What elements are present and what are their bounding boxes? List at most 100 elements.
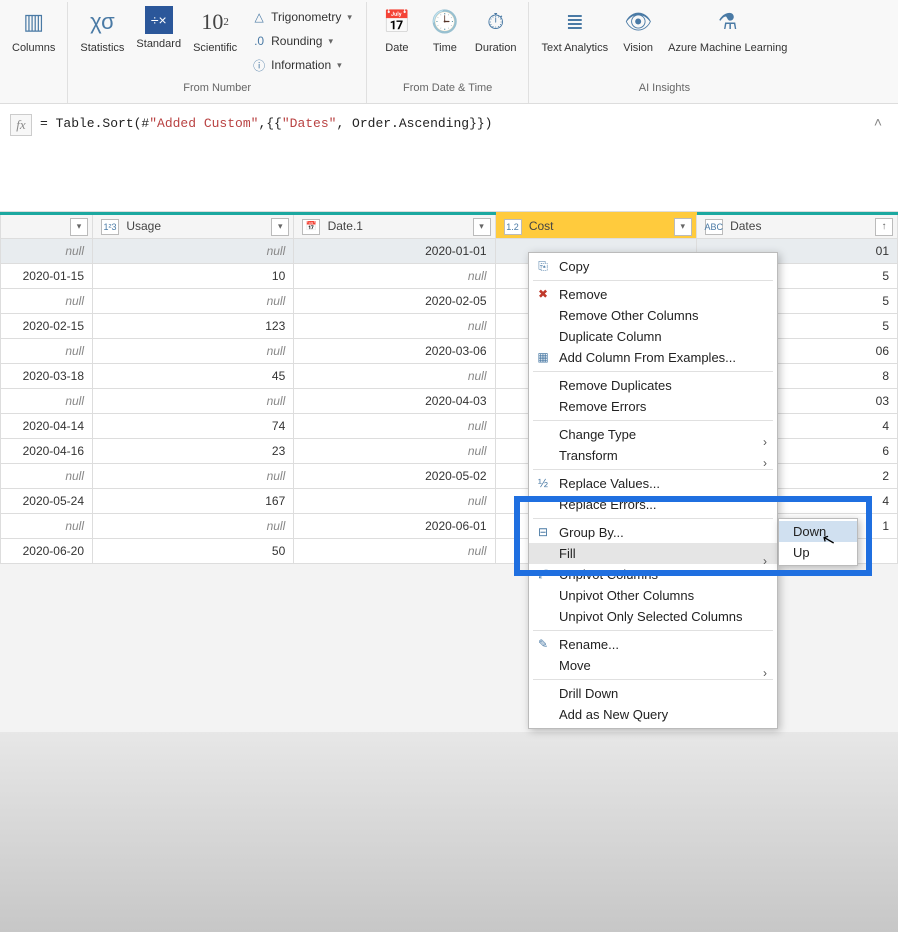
- columns-icon: ▥: [18, 6, 50, 38]
- information-button[interactable]: ⓘInformation: [247, 54, 356, 76]
- rename-icon: ✎: [535, 636, 551, 652]
- replace-icon: ½: [535, 475, 551, 491]
- menu-remove-err[interactable]: Remove Errors: [529, 396, 777, 417]
- scientific-button[interactable]: 102 Scientific: [187, 4, 243, 56]
- menu-transform[interactable]: Transform: [529, 445, 777, 466]
- rounding-icon: .0: [251, 33, 267, 49]
- table-cell[interactable]: 2020-01-15: [1, 264, 93, 289]
- menu-rename[interactable]: ✎Rename...: [529, 634, 777, 655]
- any-type-icon: ABC: [705, 219, 723, 235]
- sort-asc-icon[interactable]: ↑: [875, 218, 893, 236]
- date-button[interactable]: 📅 Date: [373, 4, 421, 56]
- vision-button[interactable]: 👁 Vision: [614, 4, 662, 56]
- submenu-down[interactable]: Down: [779, 521, 857, 542]
- table-cell[interactable]: 167: [93, 489, 294, 514]
- table-cell[interactable]: null: [1, 389, 93, 414]
- filter-dropdown-icon[interactable]: ▾: [674, 218, 692, 236]
- table-cell[interactable]: null: [1, 289, 93, 314]
- table-cell[interactable]: null: [1, 514, 93, 539]
- menu-replace-values[interactable]: ½Replace Values...: [529, 473, 777, 494]
- menu-remove[interactable]: ✖Remove: [529, 284, 777, 305]
- table-cell[interactable]: 2020-06-01: [294, 514, 495, 539]
- duration-icon: ⏱: [480, 6, 512, 38]
- add-column-icon: ▦: [535, 349, 551, 365]
- menu-remove-dup[interactable]: Remove Duplicates: [529, 375, 777, 396]
- azure-ml-button[interactable]: ⚗ Azure Machine Learning: [662, 4, 793, 56]
- column-header-cost[interactable]: 1.2 Cost ▾: [495, 214, 696, 239]
- text-analytics-button[interactable]: ≣ Text Analytics: [535, 4, 614, 56]
- menu-add-examples[interactable]: ▦Add Column From Examples...: [529, 347, 777, 368]
- submenu-up[interactable]: Up: [779, 542, 857, 563]
- table-cell[interactable]: null: [93, 339, 294, 364]
- table-cell[interactable]: null: [93, 464, 294, 489]
- context-menu: ⎘Copy ✖Remove Remove Other Columns Dupli…: [528, 252, 778, 729]
- table-cell[interactable]: 2020-01-01: [294, 239, 495, 264]
- menu-remove-other[interactable]: Remove Other Columns: [529, 305, 777, 326]
- table-cell[interactable]: 2020-02-05: [294, 289, 495, 314]
- menu-unpivot-selected[interactable]: Unpivot Only Selected Columns: [529, 606, 777, 627]
- table-cell[interactable]: 2020-05-24: [1, 489, 93, 514]
- ribbon-toolbar: ▥ Columns χσ Statistics ÷× Standard 102 …: [0, 0, 898, 104]
- table-cell[interactable]: 2020-03-06: [294, 339, 495, 364]
- fx-button[interactable]: fx: [10, 114, 32, 136]
- table-cell[interactable]: null: [93, 389, 294, 414]
- table-cell[interactable]: 2020-02-15: [1, 314, 93, 339]
- table-cell[interactable]: 50: [93, 539, 294, 564]
- table-cell[interactable]: 2020-04-14: [1, 414, 93, 439]
- menu-copy[interactable]: ⎘Copy: [529, 256, 777, 277]
- menu-change-type[interactable]: Change Type: [529, 424, 777, 445]
- eye-icon: 👁: [622, 6, 654, 38]
- collapse-formula-button[interactable]: ˄: [868, 114, 888, 130]
- menu-add-new-query[interactable]: Add as New Query: [529, 704, 777, 725]
- table-cell[interactable]: null: [93, 239, 294, 264]
- menu-unpivot[interactable]: ⤢Unpivot Columns: [529, 564, 777, 585]
- column-header-dates[interactable]: ABC Dates ↑: [696, 214, 897, 239]
- table-cell[interactable]: null: [93, 514, 294, 539]
- table-cell[interactable]: 2020-05-02: [294, 464, 495, 489]
- table-cell[interactable]: 74: [93, 414, 294, 439]
- table-cell[interactable]: null: [1, 239, 93, 264]
- table-cell[interactable]: null: [294, 414, 495, 439]
- table-cell[interactable]: null: [1, 464, 93, 489]
- standard-icon: ÷×: [145, 6, 173, 34]
- table-cell[interactable]: 10: [93, 264, 294, 289]
- table-cell[interactable]: 2020-04-16: [1, 439, 93, 464]
- table-cell[interactable]: null: [1, 339, 93, 364]
- table-cell[interactable]: null: [294, 489, 495, 514]
- columns-button[interactable]: ▥ Columns: [6, 4, 61, 56]
- table-cell[interactable]: 2020-03-18: [1, 364, 93, 389]
- table-cell[interactable]: null: [294, 264, 495, 289]
- table-cell[interactable]: 23: [93, 439, 294, 464]
- ai-insights-group: AI Insights: [639, 82, 690, 96]
- filter-dropdown-icon[interactable]: ▾: [473, 218, 491, 236]
- table-cell[interactable]: 45: [93, 364, 294, 389]
- menu-group-by[interactable]: ⊟Group By...: [529, 522, 777, 543]
- column-header-date1[interactable]: 📅 Date.1 ▾: [294, 214, 495, 239]
- filter-dropdown-icon[interactable]: ▾: [271, 218, 289, 236]
- statistics-button[interactable]: χσ Statistics: [74, 4, 130, 56]
- standard-button[interactable]: ÷× Standard: [130, 4, 187, 52]
- time-button[interactable]: 🕒 Time: [421, 4, 469, 56]
- table-cell[interactable]: null: [294, 439, 495, 464]
- table-cell[interactable]: 2020-06-20: [1, 539, 93, 564]
- formula-text[interactable]: = Table.Sort(#"Added Custom",{{"Dates", …: [40, 114, 868, 131]
- info-icon: ⓘ: [251, 57, 267, 73]
- menu-unpivot-other[interactable]: Unpivot Other Columns: [529, 585, 777, 606]
- table-cell[interactable]: 2020-04-03: [294, 389, 495, 414]
- menu-duplicate[interactable]: Duplicate Column: [529, 326, 777, 347]
- column-header-usage[interactable]: 1²3 Usage ▾: [93, 214, 294, 239]
- table-cell[interactable]: null: [93, 289, 294, 314]
- scientific-icon: 102: [199, 6, 231, 38]
- table-cell[interactable]: null: [294, 364, 495, 389]
- filter-dropdown-icon[interactable]: ▾: [70, 218, 88, 236]
- duration-button[interactable]: ⏱ Duration: [469, 4, 523, 56]
- trig-button[interactable]: △Trigonometry: [247, 6, 356, 28]
- table-cell[interactable]: 123: [93, 314, 294, 339]
- menu-replace-errors[interactable]: Replace Errors...: [529, 494, 777, 515]
- table-cell[interactable]: null: [294, 314, 495, 339]
- column-header-blank[interactable]: ▾: [1, 214, 93, 239]
- table-cell[interactable]: null: [294, 539, 495, 564]
- menu-move[interactable]: Move: [529, 655, 777, 676]
- menu-fill[interactable]: Fill: [529, 543, 777, 564]
- rounding-button[interactable]: .0Rounding: [247, 30, 356, 52]
